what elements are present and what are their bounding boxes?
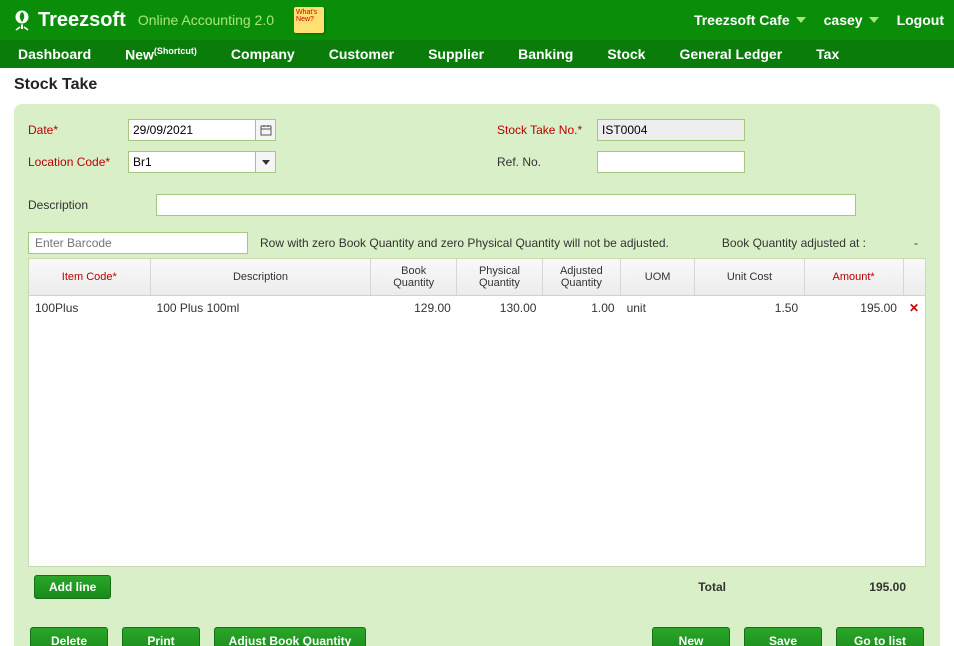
user-dropdown[interactable]: casey bbox=[824, 12, 879, 28]
chevron-down-icon bbox=[262, 160, 270, 165]
table-row[interactable]: 100Plus 100 Plus 100ml 129.00 130.00 1.0… bbox=[29, 296, 925, 320]
nav-customer[interactable]: Customer bbox=[329, 46, 394, 62]
table-header: Item Code* Description BookQuantity Phys… bbox=[29, 259, 925, 296]
row-delete-button[interactable]: ✕ bbox=[903, 299, 925, 317]
location-select[interactable] bbox=[128, 151, 256, 173]
tree-icon bbox=[10, 8, 34, 32]
user-name: casey bbox=[824, 12, 863, 28]
nav-general-ledger[interactable]: General Ledger bbox=[679, 46, 782, 62]
company-dropdown[interactable]: Treezsoft Cafe bbox=[694, 12, 806, 28]
nav-dashboard[interactable]: Dashboard bbox=[18, 46, 91, 62]
date-input[interactable] bbox=[128, 119, 256, 141]
barcode-note: Row with zero Book Quantity and zero Phy… bbox=[260, 236, 669, 250]
table-body: 100Plus 100 Plus 100ml 129.00 130.00 1.0… bbox=[29, 296, 925, 566]
col-book-qty[interactable]: BookQuantity bbox=[371, 259, 457, 295]
bq-adjusted-label: Book Quantity adjusted at : bbox=[722, 236, 866, 250]
stock-no-input[interactable] bbox=[597, 119, 745, 141]
col-adjusted-qty[interactable]: AdjustedQuantity bbox=[543, 259, 621, 295]
page-title: Stock Take bbox=[14, 76, 940, 94]
nav-company[interactable]: Company bbox=[231, 46, 295, 62]
main-nav: Dashboard New(Shortcut) Company Customer… bbox=[0, 40, 954, 68]
company-name: Treezsoft Cafe bbox=[694, 12, 790, 28]
header-bar: Treezsoft Online Accounting 2.0 What's N… bbox=[0, 0, 954, 40]
cell-amount[interactable]: 195.00 bbox=[804, 299, 903, 317]
nav-new[interactable]: New(Shortcut) bbox=[125, 46, 197, 63]
nav-tax[interactable]: Tax bbox=[816, 46, 839, 62]
nav-supplier[interactable]: Supplier bbox=[428, 46, 484, 62]
nav-banking[interactable]: Banking bbox=[518, 46, 573, 62]
cell-adj-qty[interactable]: 1.00 bbox=[542, 299, 620, 317]
col-unit-cost[interactable]: Unit Cost bbox=[695, 259, 804, 295]
location-dropdown-button[interactable] bbox=[256, 151, 276, 173]
new-button[interactable]: New bbox=[652, 627, 730, 646]
calendar-icon bbox=[260, 124, 272, 136]
main-panel: Date* Location Code* bbox=[14, 104, 940, 646]
cell-unit-cost[interactable]: 1.50 bbox=[695, 299, 804, 317]
stock-no-label: Stock Take No.* bbox=[497, 123, 597, 137]
cell-uom[interactable]: unit bbox=[621, 299, 695, 317]
bq-adjusted-value: - bbox=[906, 236, 926, 250]
description-label: Description bbox=[28, 198, 156, 212]
print-button[interactable]: Print bbox=[122, 627, 200, 646]
col-description[interactable]: Description bbox=[151, 259, 372, 295]
cell-item-code[interactable]: 100Plus bbox=[29, 299, 151, 317]
go-to-list-button[interactable]: Go to list bbox=[836, 627, 924, 646]
date-label: Date* bbox=[28, 123, 128, 137]
delete-button[interactable]: Delete bbox=[30, 627, 108, 646]
barcode-input[interactable] bbox=[28, 232, 248, 254]
brand-name: Treezsoft bbox=[38, 9, 126, 32]
total-value: 195.00 bbox=[836, 580, 906, 594]
ref-label: Ref. No. bbox=[497, 155, 597, 169]
col-amount[interactable]: Amount* bbox=[805, 259, 904, 295]
tagline: Online Accounting 2.0 bbox=[138, 12, 274, 28]
cell-book-qty[interactable]: 129.00 bbox=[371, 299, 457, 317]
cell-phys-qty[interactable]: 130.00 bbox=[457, 299, 543, 317]
brand-logo[interactable]: Treezsoft bbox=[10, 8, 126, 32]
col-uom[interactable]: UOM bbox=[621, 259, 695, 295]
ref-input[interactable] bbox=[597, 151, 745, 173]
total-label: Total bbox=[698, 580, 726, 594]
description-input[interactable] bbox=[156, 194, 856, 216]
col-item-code[interactable]: Item Code* bbox=[29, 259, 151, 295]
date-picker-button[interactable] bbox=[256, 119, 276, 141]
chevron-down-icon bbox=[869, 17, 879, 23]
items-table: Item Code* Description BookQuantity Phys… bbox=[28, 258, 926, 567]
save-button[interactable]: Save bbox=[744, 627, 822, 646]
whats-new-sticky[interactable]: What's New? bbox=[294, 7, 324, 33]
col-delete bbox=[904, 259, 925, 295]
adjust-book-qty-button[interactable]: Adjust Book Quantity bbox=[214, 627, 366, 646]
location-label: Location Code* bbox=[28, 155, 128, 169]
cell-description[interactable]: 100 Plus 100ml bbox=[151, 299, 372, 317]
add-line-button[interactable]: Add line bbox=[34, 575, 111, 599]
chevron-down-icon bbox=[796, 17, 806, 23]
col-physical-qty[interactable]: PhysicalQuantity bbox=[457, 259, 543, 295]
nav-stock[interactable]: Stock bbox=[607, 46, 645, 62]
logout-link[interactable]: Logout bbox=[897, 12, 944, 28]
